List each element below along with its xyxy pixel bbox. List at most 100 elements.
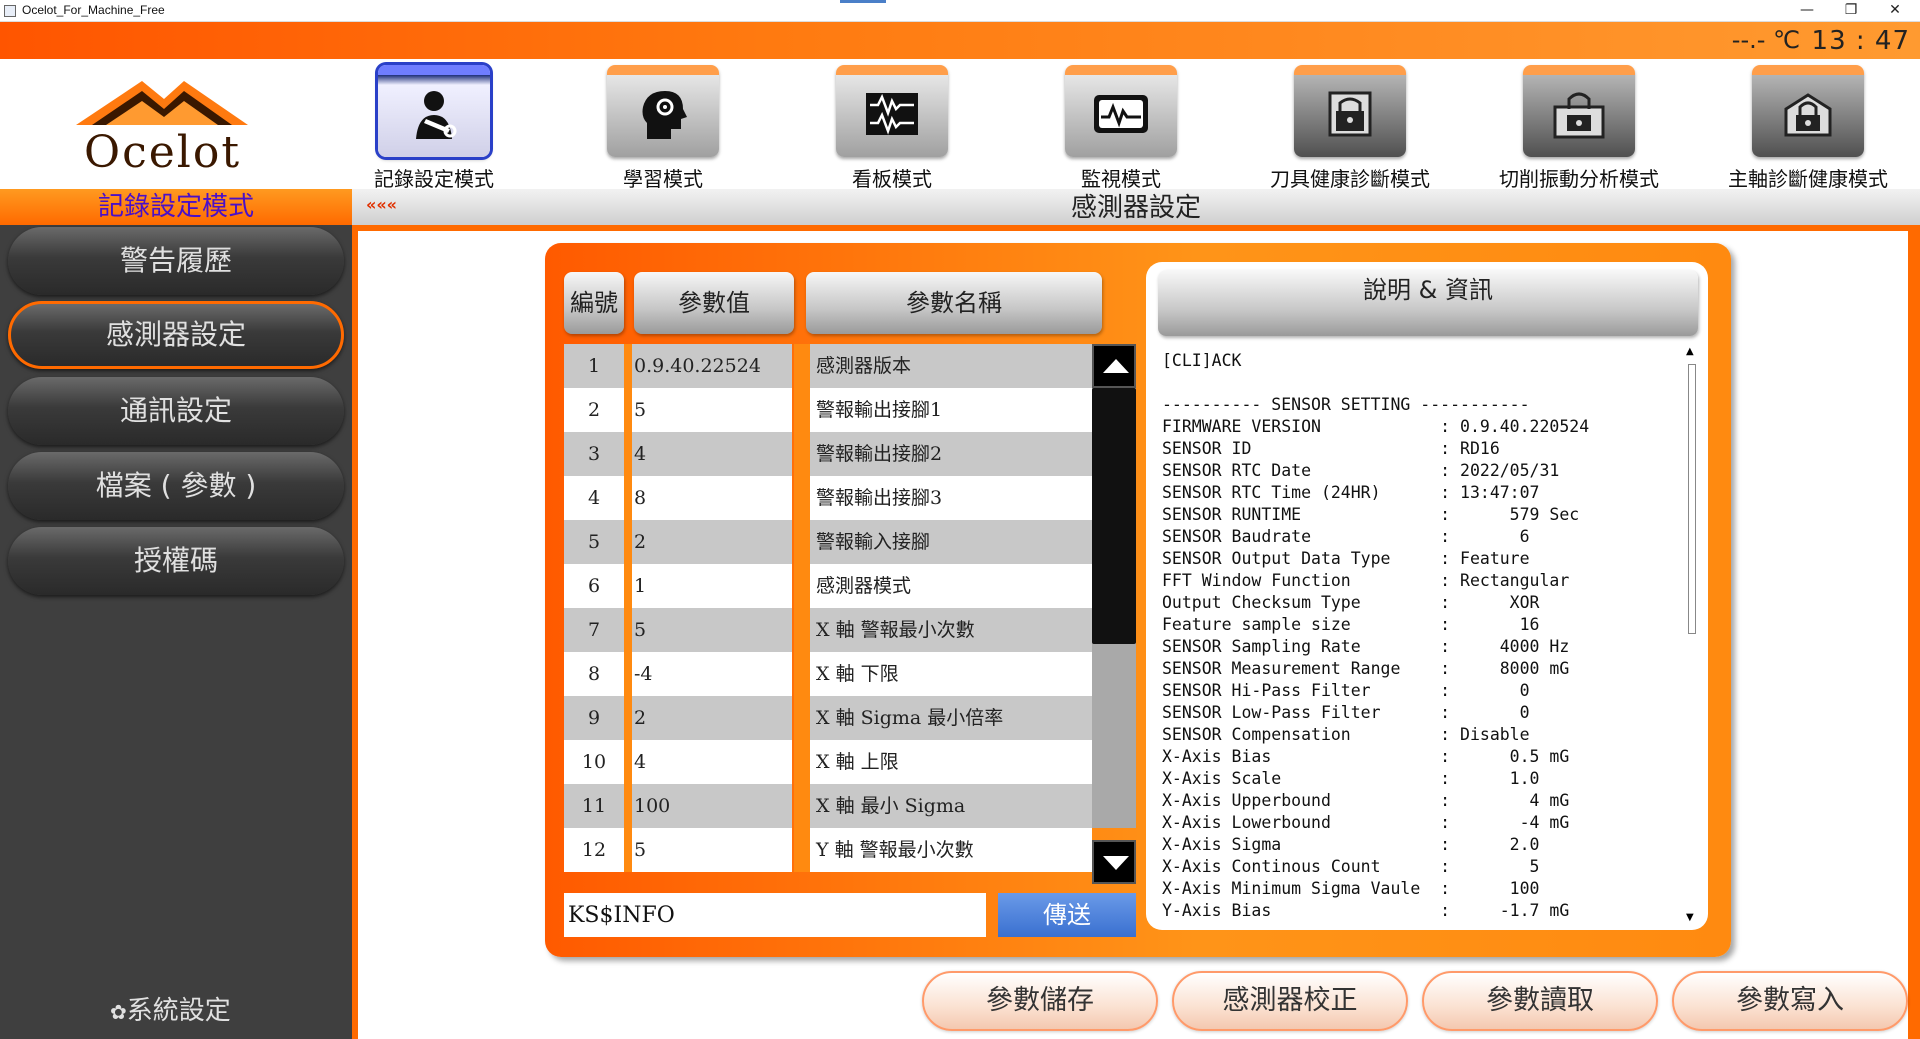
- cell-id[interactable]: 10: [564, 740, 624, 784]
- info-header: 說明 & 資訊: [1158, 270, 1698, 336]
- cell-value[interactable]: 1: [632, 564, 792, 608]
- mode-tool-health[interactable]: 刀具健康診斷模式: [1270, 63, 1430, 191]
- cell-id[interactable]: 7: [564, 608, 624, 652]
- locked-tool-icon: [1328, 91, 1372, 137]
- minimize-button[interactable]: —: [1784, 0, 1830, 22]
- sidebar-item-license[interactable]: 授權碼: [8, 527, 344, 595]
- info-scroll-down-icon[interactable]: ▼: [1686, 912, 1694, 923]
- main-header: ««« 感測器設定: [352, 189, 1920, 225]
- table-row[interactable]: 8 -4 X 軸 下限: [564, 652, 1092, 696]
- cell-name[interactable]: Y 軸 警報最小次數: [810, 828, 1092, 872]
- info-scrollbar-thumb[interactable]: [1688, 364, 1696, 634]
- cell-name[interactable]: 感測器模式: [810, 564, 1092, 608]
- info-text[interactable]: [CLI]ACK ---------- SENSOR SETTING -----…: [1162, 350, 1682, 925]
- send-button[interactable]: 傳送: [998, 893, 1136, 937]
- mode-learning-button[interactable]: [607, 65, 719, 157]
- command-input[interactable]: [564, 893, 986, 937]
- mode-vibration-analysis[interactable]: 切削振動分析模式: [1499, 63, 1659, 191]
- cell-value[interactable]: 4: [632, 432, 792, 476]
- table-row[interactable]: 92 X 軸 Sigma 最小倍率: [564, 696, 1092, 740]
- sidebar-item-alarm-history[interactable]: 警告履歷: [8, 227, 344, 295]
- table-row[interactable]: 5 2 警報輸入接腳: [564, 520, 1092, 564]
- cell-name[interactable]: 警報輸入接腳: [810, 520, 1092, 564]
- cell-name[interactable]: X 軸 最小 Sigma: [810, 784, 1092, 828]
- table-row[interactable]: 4 8 警報輸出接腳3: [564, 476, 1092, 520]
- table-scrollbar-thumb[interactable]: [1092, 388, 1136, 644]
- status-strip: --.- ℃ 13 : 47: [0, 22, 1920, 59]
- scroll-down-button[interactable]: [1092, 840, 1136, 884]
- window-title: Ocelot_For_Machine_Free: [22, 3, 165, 17]
- table-row[interactable]: 1 0.9.40.22524 感測器版本: [564, 344, 1092, 388]
- table-row[interactable]: 75 X 軸 警報最小次數: [564, 608, 1092, 652]
- cell-name[interactable]: 警報輸出接腳3: [810, 476, 1092, 520]
- close-button[interactable]: ✕: [1872, 0, 1918, 22]
- info-scroll-up-icon[interactable]: ▲: [1686, 346, 1694, 357]
- calibrate-sensor-button[interactable]: 感測器校正: [1172, 971, 1408, 1031]
- cell-value[interactable]: 2: [632, 696, 792, 740]
- cell-name[interactable]: 感測器版本: [810, 344, 1092, 388]
- mode-tool-health-label: 刀具健康診斷模式: [1270, 167, 1430, 191]
- cell-id[interactable]: 12: [564, 828, 624, 872]
- cell-id[interactable]: 8: [564, 652, 624, 696]
- cell-name[interactable]: X 軸 Sigma 最小倍率: [810, 696, 1092, 740]
- table-row[interactable]: 12 5 Y 軸 警報最小次數: [564, 828, 1092, 872]
- table-row[interactable]: 10 4 X 軸 上限: [564, 740, 1092, 784]
- table-row[interactable]: 6 1 感測器模式: [564, 564, 1092, 608]
- cell-id[interactable]: 4: [564, 476, 624, 520]
- mode-record-settings-button[interactable]: [378, 65, 490, 157]
- cell-value[interactable]: 100: [632, 784, 792, 828]
- save-params-button[interactable]: 參數儲存: [922, 971, 1158, 1031]
- table-row[interactable]: 11 100 X 軸 最小 Sigma: [564, 784, 1092, 828]
- waveform-board-icon: [866, 93, 918, 135]
- cell-value[interactable]: 5: [632, 388, 792, 432]
- read-params-button[interactable]: 參數讀取: [1422, 971, 1658, 1031]
- cell-id[interactable]: 6: [564, 564, 624, 608]
- mode-learning[interactable]: 學習模式: [583, 63, 743, 191]
- cell-value[interactable]: 8: [632, 476, 792, 520]
- cell-name[interactable]: X 軸 上限: [810, 740, 1092, 784]
- cell-id[interactable]: 5: [564, 520, 624, 564]
- cell-value[interactable]: 5: [632, 828, 792, 872]
- titlebar-accent: [840, 0, 886, 3]
- cell-name[interactable]: 警報輸出接腳1: [810, 388, 1092, 432]
- write-params-button[interactable]: 參數寫入: [1672, 971, 1908, 1031]
- mode-spindle-health-label: 主軸診斷健康模式: [1728, 167, 1888, 191]
- temperature-readout: --.- ℃: [1731, 26, 1800, 54]
- cell-value[interactable]: 0.9.40.22524: [632, 344, 792, 388]
- mode-tool-health-button[interactable]: [1294, 65, 1406, 157]
- mode-monitor-label: 監視模式: [1081, 167, 1161, 191]
- mode-spindle-health-button[interactable]: [1752, 65, 1864, 157]
- cell-value[interactable]: 4: [632, 740, 792, 784]
- mode-monitor-button[interactable]: [1065, 65, 1177, 157]
- cell-value[interactable]: 2: [632, 520, 792, 564]
- logo-roof-icon: [76, 81, 248, 125]
- mode-monitor[interactable]: 監視模式: [1041, 63, 1201, 191]
- cell-id[interactable]: 3: [564, 432, 624, 476]
- cell-id[interactable]: 11: [564, 784, 624, 828]
- restore-button[interactable]: ❐: [1828, 0, 1874, 22]
- sidebar-item-sensor-settings[interactable]: 感測器設定: [8, 301, 344, 369]
- cell-name[interactable]: X 軸 警報最小次數: [810, 608, 1092, 652]
- scroll-up-button[interactable]: [1092, 344, 1136, 388]
- mode-spindle-health[interactable]: 主軸診斷健康模式: [1728, 63, 1888, 191]
- mode-dashboard[interactable]: 看板模式: [812, 63, 972, 191]
- sidebar-item-file-params[interactable]: 檔案 ( 參數 ): [8, 452, 344, 520]
- sidebar-item-communication[interactable]: 通訊設定: [8, 377, 344, 445]
- cell-value[interactable]: -4: [632, 652, 792, 696]
- cell-name[interactable]: X 軸 下限: [810, 652, 1092, 696]
- table-row[interactable]: 3 4 警報輸出接腳2: [564, 432, 1092, 476]
- column-separator: [794, 344, 810, 872]
- info-scrollbar[interactable]: ▲ ▼: [1684, 346, 1698, 930]
- cell-value[interactable]: 5: [632, 608, 792, 652]
- cell-name[interactable]: 警報輸出接腳2: [810, 432, 1092, 476]
- cell-id[interactable]: 1: [564, 344, 624, 388]
- cell-id[interactable]: 9: [564, 696, 624, 740]
- gear-icon: ✿: [110, 1000, 127, 1024]
- mode-dashboard-button[interactable]: [836, 65, 948, 157]
- mode-learning-label: 學習模式: [623, 167, 703, 191]
- cell-id[interactable]: 2: [564, 388, 624, 432]
- table-row[interactable]: 2 5 警報輸出接腳1: [564, 388, 1092, 432]
- system-settings-link[interactable]: ✿系統設定: [110, 990, 231, 1027]
- mode-vibration-analysis-button[interactable]: [1523, 65, 1635, 157]
- mode-record-settings[interactable]: 記錄設定模式: [354, 63, 514, 191]
